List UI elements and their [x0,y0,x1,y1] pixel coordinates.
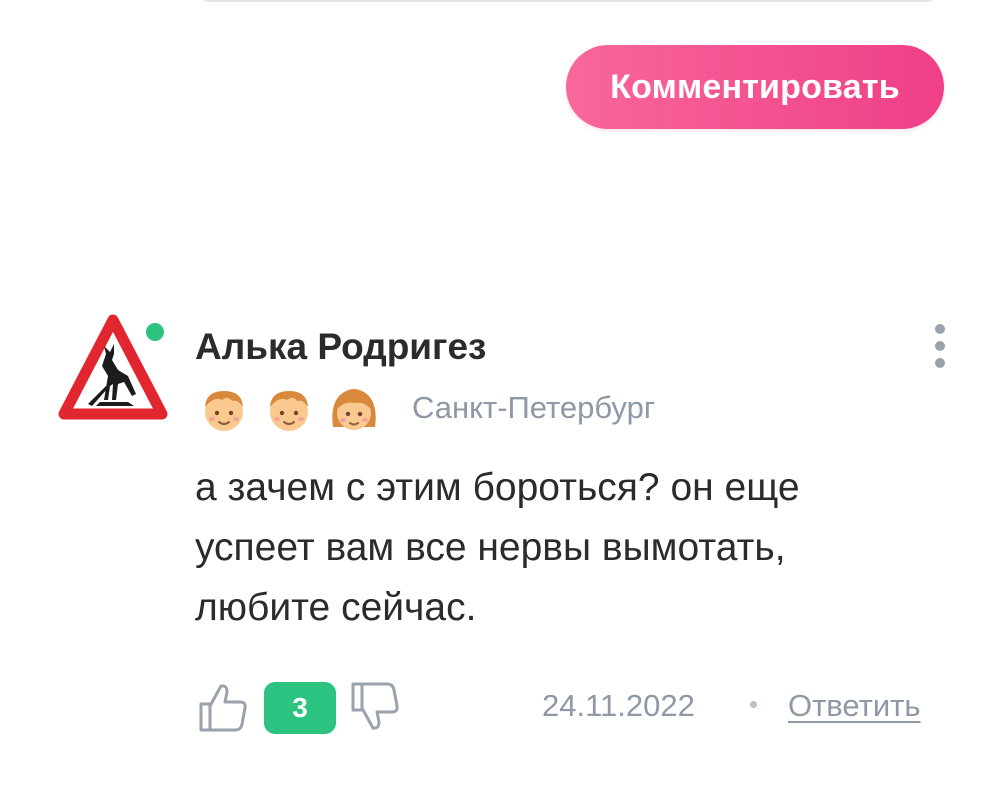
boy-face-icon [270,391,308,431]
separator-dot [750,701,757,708]
rating-score-badge: 3 [264,682,336,734]
reply-link[interactable]: Ответить [788,688,921,724]
author-city: Санкт-Петербург [412,390,656,425]
comments-page: Комментировать Алька Родригез Санкт-Пете… [0,0,1000,791]
comment-author-name[interactable]: Алька Родригез [195,326,486,368]
comment-date: 24.11.2022 [542,688,695,723]
more-options-icon[interactable] [925,322,955,370]
children-badges [198,382,380,436]
comment-input-field[interactable] [192,0,944,2]
girl-face-icon [332,389,376,430]
thumbs-down-icon[interactable] [348,680,402,734]
online-status-indicator [143,320,167,344]
boy-face-icon [205,391,243,431]
thumbs-up-icon[interactable] [196,680,250,734]
submit-comment-button[interactable]: Комментировать [566,45,944,129]
comment-body: а зачем с этим бороться? он еще успеет в… [195,466,800,629]
